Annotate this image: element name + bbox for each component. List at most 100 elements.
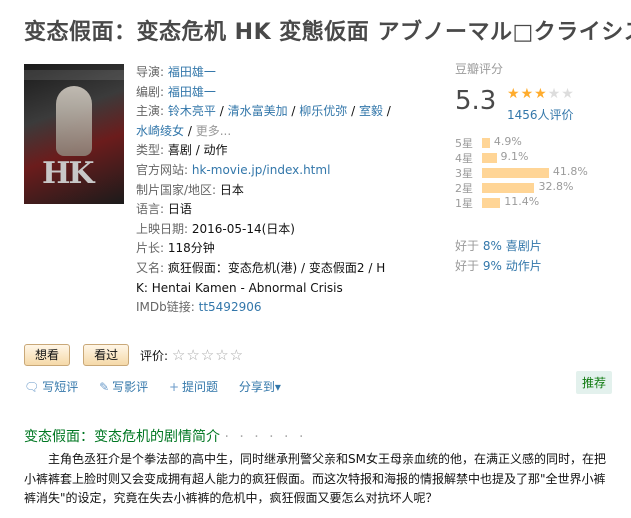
user-rating: 评价: ☆☆☆☆☆ (140, 346, 244, 364)
poster-hk-text: HK (42, 156, 94, 191)
cast-link[interactable]: 室毅 (359, 104, 383, 118)
ask-question-label: 提问题 (182, 380, 219, 394)
rating-bar-label: 3星 (455, 167, 473, 180)
release-label: 上映日期: (136, 221, 189, 236)
better-than: 好于 8% 喜剧片 好于 9% 动作片 (455, 237, 542, 276)
rating-stars: ★★★★★ (507, 86, 575, 102)
rating-bar-percent: 11.4% (504, 195, 540, 208)
better-value-link[interactable]: 9% (483, 259, 502, 273)
info-aka-cont: K: Hentai Kamen - Abnormal Crisis (136, 279, 386, 299)
info-imdb: IMDb链接: tt5492906 (136, 298, 386, 318)
better-genre-link[interactable]: 喜剧片 (506, 239, 542, 253)
rating-bar-label: 1星 (455, 197, 473, 210)
rating-distribution: 5星 4.9% 4星 9.1% 3星 41.8% 2星 32.8% 1星 11.4% (455, 135, 615, 210)
better-than-row: 好于 8% 喜剧片 (455, 237, 542, 257)
pencil-icon: ✎ (99, 380, 110, 394)
speech-bubble-icon: 🗨 (24, 380, 40, 394)
rating-score: 5.3 (455, 86, 497, 116)
rating-bar-row: 3星 41.8% (455, 165, 615, 180)
summary-title-text: 变态假面：变态危机的剧情简介 (24, 429, 220, 445)
share-label: 分享到 (238, 380, 275, 394)
cast-link[interactable]: 水崎绫女 (136, 124, 184, 138)
write-review-link[interactable]: ✎ 写影评 (99, 380, 148, 394)
rating-bar-label: 4星 (455, 152, 473, 165)
country-value: 日本 (219, 182, 244, 197)
better-prefix: 好于 (455, 239, 480, 253)
cast-link[interactable]: 清水富美加 (228, 104, 288, 118)
rating-bar-percent: 41.8% (552, 165, 588, 178)
write-review-label: 写影评 (112, 380, 149, 394)
info-cast: 主演: 铃木亮平 / 清水富美加 / 柳乐优弥 / 室毅 / (136, 104, 391, 119)
share-to-dropdown[interactable]: 分享到▾ (239, 380, 281, 394)
watched-button[interactable]: 看过 (83, 344, 130, 366)
language-label: 语言: (136, 202, 165, 217)
info-site: 官方网站: hk-movie.jp/index.html (136, 161, 386, 181)
aka-value: 疯狂假面：变态危机(港) / 变态假面2 / H (167, 260, 386, 275)
rating-bar-percent: 32.8% (538, 180, 574, 193)
movie-info: 导演: 福田雄一 编剧: 福田雄一 主演: 铃木亮平 / 清水富美加 / 柳乐优… (136, 63, 391, 318)
rating-bar-label: 2星 (455, 182, 473, 195)
director-link[interactable]: 福田雄一 (168, 65, 216, 79)
genre-value: 喜剧 / 动作 (167, 143, 228, 158)
action-links: 🗨 写短评 ✎ 写影评 + 提问题 分享到▾ (24, 378, 298, 395)
better-genre-link[interactable]: 动作片 (506, 259, 542, 273)
rating-bar (482, 198, 501, 208)
info-release: 上映日期: 2016-05-14(日本) (136, 220, 386, 240)
writer-link[interactable]: 福田雄一 (168, 85, 216, 99)
info-genre: 类型: 喜剧 / 动作 (136, 141, 386, 161)
rating-bar-row: 5星 4.9% (455, 135, 615, 150)
chevron-down-icon: ▾ (274, 380, 281, 394)
rating-header: 豆瓣评分 (455, 62, 504, 76)
recommend-button[interactable]: 推荐 (576, 371, 613, 394)
ask-question-link[interactable]: + 提问题 (169, 380, 218, 394)
info-writer: 编剧: 福田雄一 (136, 83, 386, 103)
rating-bar-row: 2星 32.8% (455, 180, 615, 195)
user-rating-label: 评价: (140, 349, 169, 363)
rating-bar-label: 5星 (455, 137, 473, 150)
want-to-watch-button[interactable]: 想看 (24, 344, 71, 366)
cast-more-link[interactable]: 更多... (196, 124, 231, 138)
aka-value-cont: K: Hentai Kamen - Abnormal Crisis (136, 280, 343, 295)
poster-strip (24, 70, 124, 80)
rating-bar (482, 183, 535, 193)
rating-bar (482, 153, 497, 163)
director-label: 导演: (136, 65, 165, 79)
better-than-row: 好于 9% 动作片 (455, 257, 542, 277)
better-value-link[interactable]: 8% (483, 239, 502, 253)
rating-bar (482, 168, 549, 178)
star-filled-icon: ★ (520, 86, 535, 102)
info-language: 语言: 日语 (136, 200, 386, 220)
write-short-review-label: 写短评 (42, 380, 79, 394)
release-value: 2016-05-14(日本) (191, 221, 295, 236)
imdb-label: IMDb链接: (136, 300, 195, 315)
star-filled-icon: ★ (534, 86, 548, 102)
rating-bar-row: 1星 11.4% (455, 195, 615, 210)
cast-link[interactable]: 柳乐优弥 (299, 104, 347, 118)
info-director: 导演: 福田雄一 (136, 63, 386, 83)
interest-buttons: 想看 看过 (24, 344, 137, 366)
write-short-review-link[interactable]: 🗨 写短评 (24, 380, 78, 394)
imdb-link[interactable]: tt5492906 (199, 300, 262, 314)
summary-title-dots: · · · · · · (224, 429, 307, 445)
info-aka: 又名: 疯狂假面：变态危机(港) / 变态假面2 / H (136, 259, 386, 279)
cast-label: 主演: (136, 104, 165, 119)
plus-icon: + (168, 380, 180, 394)
better-prefix: 好于 (455, 258, 480, 273)
info-cast-cont: 水崎绫女 / 更多... (136, 123, 232, 138)
poster-figure (56, 86, 92, 156)
country-label: 制片国家/地区: (136, 182, 217, 197)
rating-panel: 豆瓣评分 5.3 ★★★★★ 1456人评价 (455, 60, 615, 122)
user-rating-stars[interactable]: ☆☆☆☆☆ (172, 346, 244, 364)
official-site-link[interactable]: hk-movie.jp/index.html (192, 163, 331, 177)
rating-bar-row: 4星 9.1% (455, 150, 615, 165)
info-runtime: 片长: 118分钟 (136, 239, 386, 259)
language-value: 日语 (167, 202, 192, 217)
movie-poster[interactable]: HK (24, 64, 124, 204)
star-empty-icon: ★ (547, 86, 562, 102)
rating-bar-percent: 9.1% (500, 150, 529, 163)
star-filled-icon: ★ (507, 86, 521, 102)
cast-link[interactable]: 铃木亮平 (168, 104, 216, 118)
rating-count-link[interactable]: 1456人评价 (507, 106, 574, 123)
star-empty-icon: ★ (561, 86, 575, 102)
summary-title: 变态假面：变态危机的剧情简介 · · · · · · (24, 426, 306, 446)
